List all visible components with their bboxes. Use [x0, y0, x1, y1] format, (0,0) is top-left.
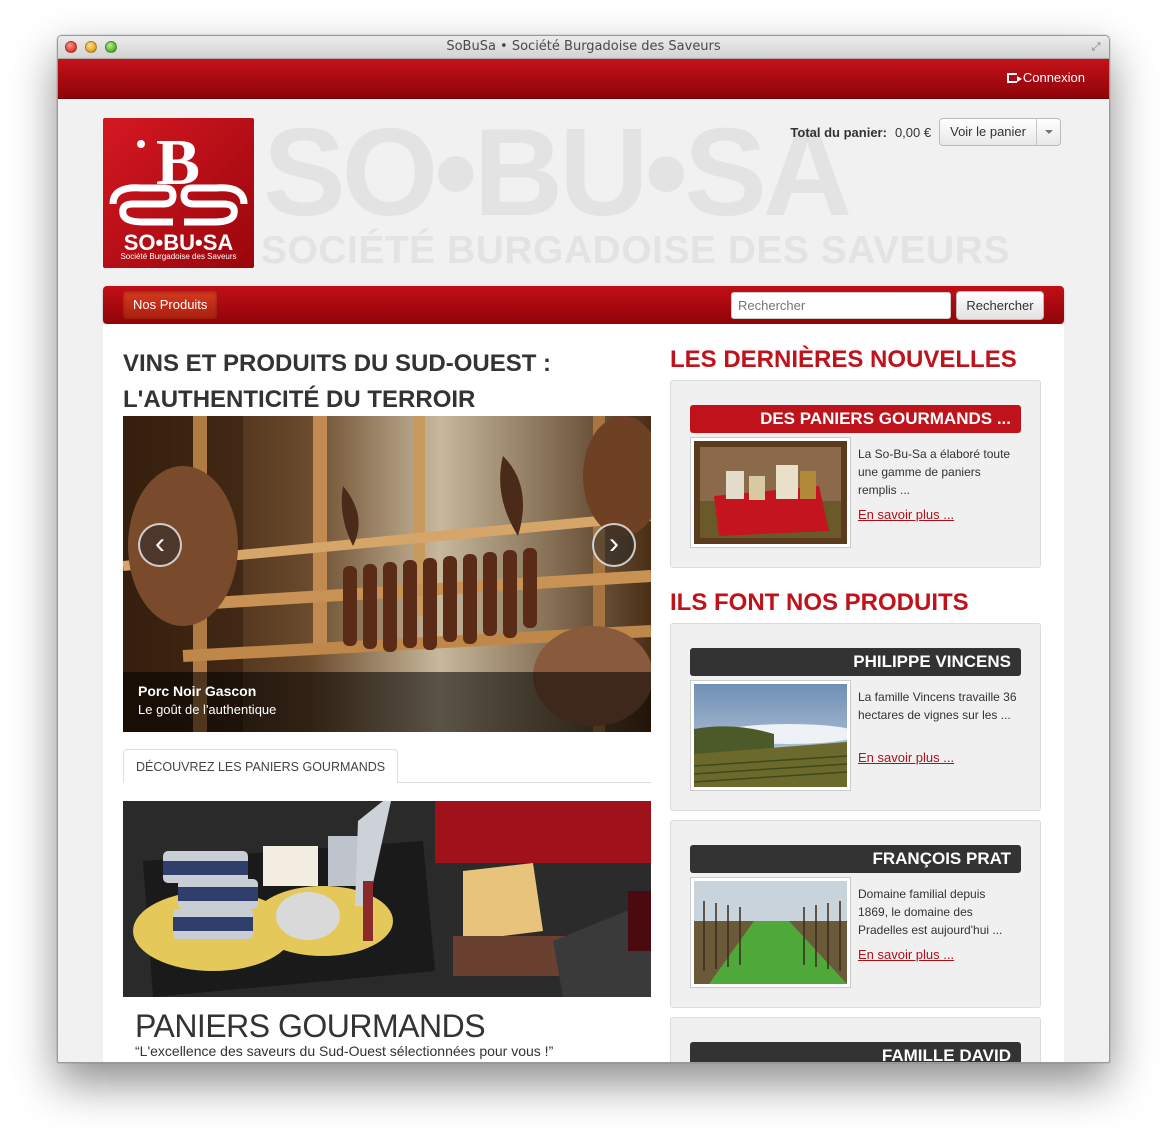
banner-subtitle: SOCIÉTÉ BURGADOISE DES SAVEURS [261, 229, 1010, 272]
window-title: SoBuSa • Société Burgadoise des Saveurs [446, 39, 721, 54]
login-link[interactable]: Connexion [1006, 70, 1085, 85]
zoom-window-button[interactable] [105, 41, 117, 53]
window-controls [65, 41, 117, 53]
view-cart-label[interactable]: Voir le panier [940, 119, 1036, 145]
news-card-more-link[interactable]: En savoir plus ... [858, 507, 1018, 522]
news-section-title: LES DERNIÈRES NOUVELLES [670, 346, 1017, 373]
chevron-down-icon[interactable] [1036, 119, 1060, 145]
main-navbar: Nos Produits Rechercher [103, 286, 1064, 324]
producer-card: FRANÇOIS PRAT Domaine familial depuis 18… [670, 820, 1041, 1008]
logo-tagline: Société Burgadoise des Saveurs [120, 252, 237, 261]
producer-card-text: La famille Vincens travaille 36 hectares… [858, 690, 1017, 722]
site-logo[interactable]: B SO•BU•SA Société Burgadoise des Saveur… [103, 118, 254, 268]
logo-emblem: B [109, 126, 248, 226]
image-carousel[interactable]: ‹ › Porc Noir Gascon Le goût de l'authen… [123, 416, 651, 732]
carousel-prev-button[interactable]: ‹ [138, 523, 182, 567]
promo-image [123, 801, 651, 997]
carousel-caption-title: Porc Noir Gascon [138, 683, 257, 699]
page-title-line1: VINS ET PRODUITS DU SUD-OUEST : [123, 350, 552, 377]
page-title: VINS ET PRODUITS DU SUD-OUEST : L'AUTHEN… [123, 346, 643, 418]
producer-card: PHILIPPE VINCENS La famille Vincens trav… [670, 623, 1041, 811]
main-content: VINS ET PRODUITS DU SUD-OUEST : L'AUTHEN… [103, 324, 1064, 1062]
producer-card-heading[interactable]: PHILIPPE VINCENS [690, 648, 1021, 676]
top-bar: Connexion [58, 59, 1109, 99]
producer-card-image [694, 684, 847, 787]
carousel-caption: Porc Noir Gascon Le goût de l'authentiqu… [123, 672, 651, 732]
news-card-image [694, 441, 847, 544]
title-bar: SoBuSa • Société Burgadoise des Saveurs … [58, 36, 1109, 59]
producer-card-heading[interactable]: FRANÇOIS PRAT [690, 845, 1021, 873]
login-label: Connexion [1022, 70, 1085, 85]
cart-total-value: 0,00 € [894, 124, 932, 140]
fullscreen-icon[interactable]: ⤢ [1089, 40, 1103, 54]
page-title-line2: L'AUTHENTICITÉ DU TERROIR [123, 386, 476, 413]
cart-summary: Total du panier: 0,00 € Voir le panier [790, 118, 1061, 146]
producer-card-more-link[interactable]: En savoir plus ... [858, 947, 1018, 962]
promo-title: PANIERS GOURMANDS [135, 1008, 486, 1044]
carousel-next-button[interactable]: › [592, 523, 636, 567]
browser-window: SoBuSa • Société Burgadoise des Saveurs … [57, 35, 1110, 1063]
producer-card-heading[interactable]: FAMILLE DAVID [690, 1042, 1021, 1062]
tab-bar: DÉCOUVREZ LES PANIERS GOURMANDS [123, 749, 651, 783]
producer-card-image [694, 881, 847, 984]
search-button[interactable]: Rechercher [956, 291, 1044, 320]
close-window-button[interactable] [65, 41, 77, 53]
search-input[interactable] [731, 292, 951, 319]
nav-item-products[interactable]: Nos Produits [123, 291, 218, 319]
login-icon [1006, 72, 1022, 83]
news-card-text: La So-Bu-Sa a élaboré toute une gamme de… [858, 447, 1011, 497]
producer-card-more-link[interactable]: En savoir plus ... [858, 750, 1018, 765]
carousel-caption-subtitle: Le goût de l'authentique [138, 702, 277, 717]
producer-card-thumbnail[interactable] [690, 680, 851, 791]
news-card-heading[interactable]: DES PANIERS GOURMANDS ... [690, 405, 1021, 433]
news-card-thumbnail[interactable] [690, 437, 851, 548]
view-cart-button[interactable]: Voir le panier [939, 118, 1061, 146]
producer-card: FAMILLE DAVID [670, 1017, 1041, 1062]
producers-section-title: ILS FONT NOS PRODUITS [670, 589, 969, 616]
producer-card-thumbnail[interactable] [690, 877, 851, 988]
producer-card-text: Domaine familial depuis 1869, le domaine… [858, 887, 1003, 937]
cart-total-label: Total du panier: [790, 124, 887, 140]
promo-subtitle: “L'excellence des saveurs du Sud-Ouest s… [135, 1043, 554, 1059]
tab-paniers-gourmands[interactable]: DÉCOUVREZ LES PANIERS GOURMANDS [123, 749, 399, 783]
promo-banner[interactable]: PANIERS GOURMANDS “L'excellence des save… [123, 801, 651, 1062]
minimize-window-button[interactable] [85, 41, 97, 53]
news-card: DES PANIERS GOURMANDS ... La So-Bu-Sa a … [670, 380, 1041, 568]
